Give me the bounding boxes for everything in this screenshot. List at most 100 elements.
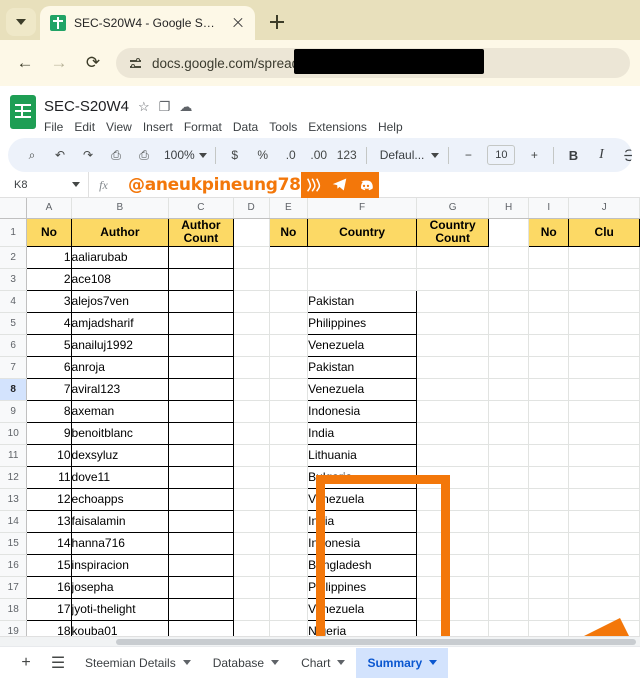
- cell-j11[interactable]: [568, 444, 640, 467]
- cell-g17[interactable]: [416, 576, 490, 599]
- cell-b12[interactable]: dove11: [70, 465, 170, 489]
- cell-h4[interactable]: [488, 290, 530, 313]
- cell-d11[interactable]: [233, 444, 270, 467]
- cell-h12[interactable]: [488, 466, 530, 489]
- cell-c10[interactable]: [168, 421, 234, 445]
- chevron-down-icon[interactable]: [429, 660, 438, 665]
- cell-b4[interactable]: alejos7ven: [70, 289, 170, 313]
- cell-a4[interactable]: 3: [26, 289, 72, 313]
- cell-b7[interactable]: anroja: [70, 355, 170, 379]
- chevron-down-icon[interactable]: [182, 660, 191, 665]
- cell-i16[interactable]: [528, 554, 570, 577]
- cell-h10[interactable]: [488, 422, 530, 445]
- search-icon[interactable]: ⌕: [18, 142, 46, 168]
- cell-d7[interactable]: [233, 356, 270, 379]
- cell-h19[interactable]: [488, 620, 530, 636]
- cell-b2[interactable]: aaliarubab: [70, 245, 170, 269]
- address-bar[interactable]: docs.google.com/spreadsheets/d/1H: [116, 48, 630, 78]
- cell-g8[interactable]: [416, 378, 490, 401]
- cell-a5[interactable]: 4: [26, 311, 72, 335]
- cell-f12[interactable]: Bulgaria: [307, 465, 418, 489]
- cell-e4[interactable]: [269, 290, 309, 313]
- cell-c8[interactable]: [168, 377, 234, 401]
- zoom-selector[interactable]: 100%: [158, 148, 210, 162]
- row-header-18[interactable]: 18: [0, 598, 28, 621]
- cell-a13[interactable]: 12: [26, 487, 72, 511]
- cell-i6[interactable]: [528, 334, 570, 357]
- cell-c11[interactable]: [168, 443, 234, 467]
- header-cell-b1[interactable]: Author: [70, 217, 170, 247]
- row-header-12[interactable]: 12: [0, 466, 28, 489]
- cell-h5[interactable]: [488, 312, 530, 335]
- cell-c12[interactable]: [168, 465, 234, 489]
- increase-font-size-button[interactable]: +: [520, 142, 548, 168]
- percent-format-icon[interactable]: %: [249, 142, 277, 168]
- move-to-folder-icon[interactable]: ❐: [159, 100, 171, 113]
- cell-f19[interactable]: Nigeria: [307, 619, 418, 636]
- cell-d13[interactable]: [233, 488, 270, 511]
- cell-g10[interactable]: [416, 422, 490, 445]
- cell-g15[interactable]: [416, 532, 490, 555]
- cell-h9[interactable]: [488, 400, 530, 423]
- cell-g9[interactable]: [416, 400, 490, 423]
- cell-e11[interactable]: [269, 444, 309, 467]
- cell-b6[interactable]: anailuj1992: [70, 333, 170, 357]
- row-header-15[interactable]: 15: [0, 532, 28, 555]
- cell-j16[interactable]: [568, 554, 640, 577]
- cell-e14[interactable]: [269, 510, 309, 533]
- row-header-17[interactable]: 17: [0, 576, 28, 599]
- redo-icon[interactable]: ↷: [74, 142, 102, 168]
- all-sheets-button[interactable]: ☰: [42, 648, 74, 678]
- sheet-tab-steemian-details[interactable]: Steemian Details: [74, 648, 202, 678]
- print-icon[interactable]: ⎙: [102, 142, 130, 168]
- menu-format[interactable]: Format: [184, 120, 222, 134]
- cell-j17[interactable]: [568, 576, 640, 599]
- cell-h17[interactable]: [488, 576, 530, 599]
- strikethrough-icon[interactable]: [615, 142, 632, 168]
- cell-e17[interactable]: [269, 576, 309, 599]
- menu-insert[interactable]: Insert: [143, 120, 173, 134]
- cell-j13[interactable]: [568, 488, 640, 511]
- currency-format-icon[interactable]: $: [221, 142, 249, 168]
- row-header-10[interactable]: 10: [0, 422, 28, 445]
- cell-f2[interactable]: [307, 246, 418, 269]
- cell-f10[interactable]: India: [307, 421, 418, 445]
- menu-help[interactable]: Help: [378, 120, 403, 134]
- cell-j6[interactable]: [568, 334, 640, 357]
- cell-g3[interactable]: [416, 268, 490, 291]
- cell-g5[interactable]: [416, 312, 490, 335]
- bold-button[interactable]: B: [559, 142, 587, 168]
- cell-d14[interactable]: [233, 510, 270, 533]
- cell-c18[interactable]: [168, 597, 234, 621]
- cell-j19[interactable]: [568, 620, 640, 636]
- cell-e13[interactable]: [269, 488, 309, 511]
- cell-d12[interactable]: [233, 466, 270, 489]
- cell-c17[interactable]: [168, 575, 234, 599]
- cell-a8[interactable]: 7: [26, 377, 72, 401]
- cell-f11[interactable]: Lithuania: [307, 443, 418, 467]
- cell-d2[interactable]: [233, 246, 270, 269]
- cell-b18[interactable]: jyoti-thelight: [70, 597, 170, 621]
- cell-i9[interactable]: [528, 400, 570, 423]
- cell-h16[interactable]: [488, 554, 530, 577]
- font-size-input[interactable]: 10: [487, 145, 516, 165]
- cell-d17[interactable]: [233, 576, 270, 599]
- italic-button[interactable]: I: [587, 142, 615, 168]
- function-icon[interactable]: fx: [88, 172, 118, 197]
- cell-c7[interactable]: [168, 355, 234, 379]
- cell-b16[interactable]: inspiracion: [70, 553, 170, 577]
- header-cell-d1[interactable]: [233, 218, 270, 247]
- sheet-tab-chart[interactable]: Chart: [290, 648, 356, 678]
- cell-e6[interactable]: [269, 334, 309, 357]
- row-header-19[interactable]: 19: [0, 620, 28, 636]
- cell-j2[interactable]: [568, 246, 640, 269]
- header-cell-h1[interactable]: [488, 218, 530, 247]
- cell-g16[interactable]: [416, 554, 490, 577]
- row-header-1[interactable]: 1: [0, 218, 28, 247]
- cell-i11[interactable]: [528, 444, 570, 467]
- cell-j12[interactable]: [568, 466, 640, 489]
- cell-g6[interactable]: [416, 334, 490, 357]
- cell-i13[interactable]: [528, 488, 570, 511]
- close-icon[interactable]: [229, 14, 247, 32]
- cell-d4[interactable]: [233, 290, 270, 313]
